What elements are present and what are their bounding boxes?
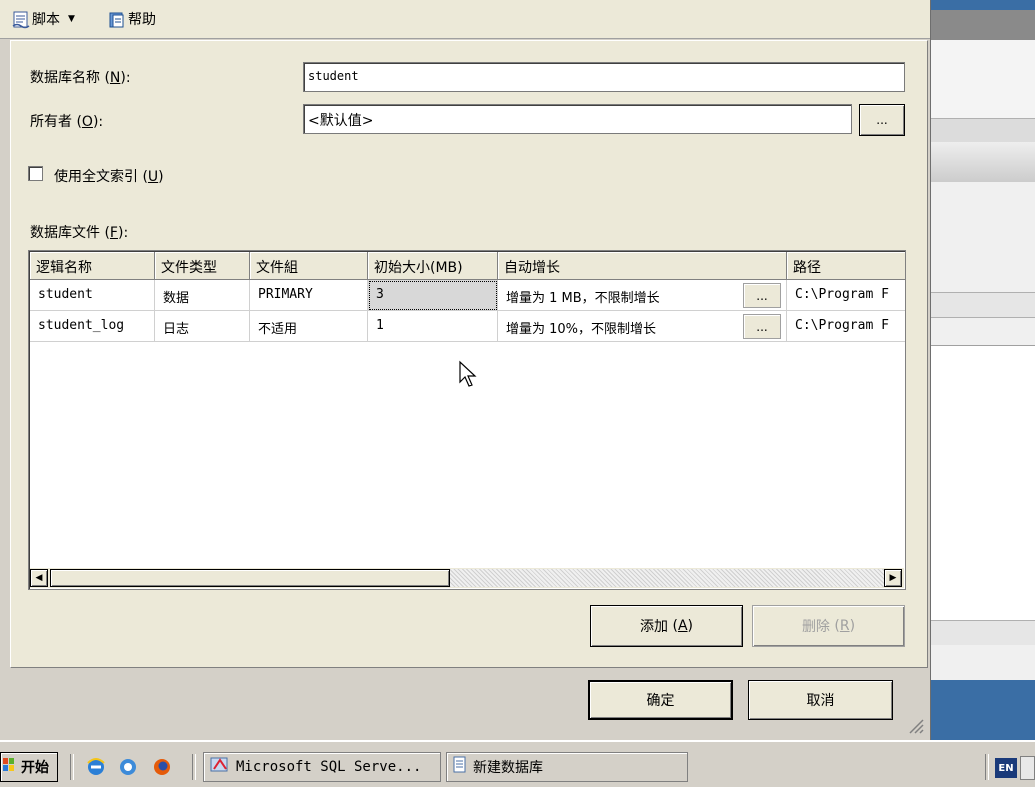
owner-browse-button[interactable]: ...	[859, 104, 905, 136]
db-name-label: 数据库名称 (N):	[30, 70, 131, 86]
growth-text: 增量为 1 MB，不限制增长	[506, 291, 660, 306]
resize-grip-icon[interactable]	[906, 716, 924, 734]
sql-server-icon	[210, 756, 230, 778]
windows-flag-icon	[3, 758, 15, 776]
ok-button[interactable]: 确定	[588, 680, 733, 720]
taskbar: 开始 Microsoft SQL Serve... 新建数据库 EN	[0, 740, 1035, 787]
column-header-filegroup[interactable]: 文件組	[250, 252, 368, 280]
task-sql-server[interactable]: Microsoft SQL Serve...	[203, 752, 441, 782]
table-row-2-path[interactable]: C:\Program F	[787, 311, 905, 342]
column-header-file-type[interactable]: 文件类型	[155, 252, 250, 280]
table-row-2-size[interactable]: 1	[368, 311, 498, 342]
firefox-icon[interactable]	[152, 757, 172, 781]
tray-area	[1020, 756, 1035, 780]
script-icon	[12, 11, 30, 29]
script-label: 脚本	[32, 12, 60, 28]
scroll-track[interactable]	[450, 569, 884, 587]
column-header-autogrowth[interactable]: 自动增长	[498, 252, 787, 280]
table-row-2-name[interactable]: student_log	[30, 311, 155, 342]
table-row-1-size[interactable]: 3	[368, 280, 498, 311]
column-header-path[interactable]: 路径	[787, 252, 905, 280]
table-row-1-group[interactable]: PRIMARY	[250, 280, 368, 311]
owner-label: 所有者 (O):	[30, 114, 104, 130]
dialog-toolbar: 脚本 ▼ 帮助	[0, 0, 930, 39]
table-row-1-type[interactable]: 数据	[155, 280, 250, 311]
scroll-thumb[interactable]	[50, 569, 450, 587]
add-button[interactable]: 添加 (A)	[590, 605, 743, 647]
table-row-2-type[interactable]: 日志	[155, 311, 250, 342]
growth-text: 增量为 10%，不限制增长	[506, 322, 657, 337]
chevron-down-icon: ▼	[68, 14, 75, 24]
cancel-button[interactable]: 取消	[748, 680, 893, 720]
scroll-left-icon[interactable]: ◀	[30, 569, 48, 587]
script-menu[interactable]: 脚本 ▼	[12, 9, 75, 29]
database-files-grid[interactable]: 逻辑名称 文件类型 文件組 初始大小(MB) 自动增长 路径 student 数…	[28, 250, 906, 590]
table-row-1-path[interactable]: C:\Program F	[787, 280, 905, 311]
db-name-input[interactable]: student	[303, 62, 905, 92]
start-button[interactable]: 开始	[0, 752, 58, 782]
column-header-logical-name[interactable]: 逻辑名称	[30, 252, 155, 280]
window-icon	[453, 756, 467, 778]
mouse-cursor-icon	[459, 360, 477, 387]
help-icon	[108, 11, 124, 28]
help-label: 帮助	[128, 12, 156, 28]
help-button[interactable]: 帮助	[108, 9, 156, 29]
fulltext-checkbox[interactable]	[28, 166, 43, 181]
table-row-2-group[interactable]: 不适用	[250, 311, 368, 342]
table-row-1-name[interactable]: student	[30, 280, 155, 311]
column-header-initial-size[interactable]: 初始大小(MB)	[368, 252, 498, 280]
owner-input[interactable]: <默认值>	[303, 104, 852, 134]
files-label: 数据库文件 (F):	[30, 225, 129, 241]
scroll-right-icon[interactable]: ▶	[884, 569, 902, 587]
ie-icon[interactable]	[86, 757, 106, 781]
row-2-growth-button[interactable]: ...	[743, 314, 781, 339]
fulltext-label: 使用全文索引 (U)	[54, 169, 164, 185]
background-window-right	[930, 0, 1035, 740]
horizontal-scrollbar[interactable]: ◀ ▶	[30, 568, 904, 588]
show-desktop-icon[interactable]	[118, 757, 138, 781]
remove-button[interactable]: 删除 (R)	[752, 605, 905, 647]
task-new-database[interactable]: 新建数据库	[446, 752, 688, 782]
row-1-growth-button[interactable]: ...	[743, 283, 781, 308]
language-indicator[interactable]: EN	[995, 758, 1017, 778]
